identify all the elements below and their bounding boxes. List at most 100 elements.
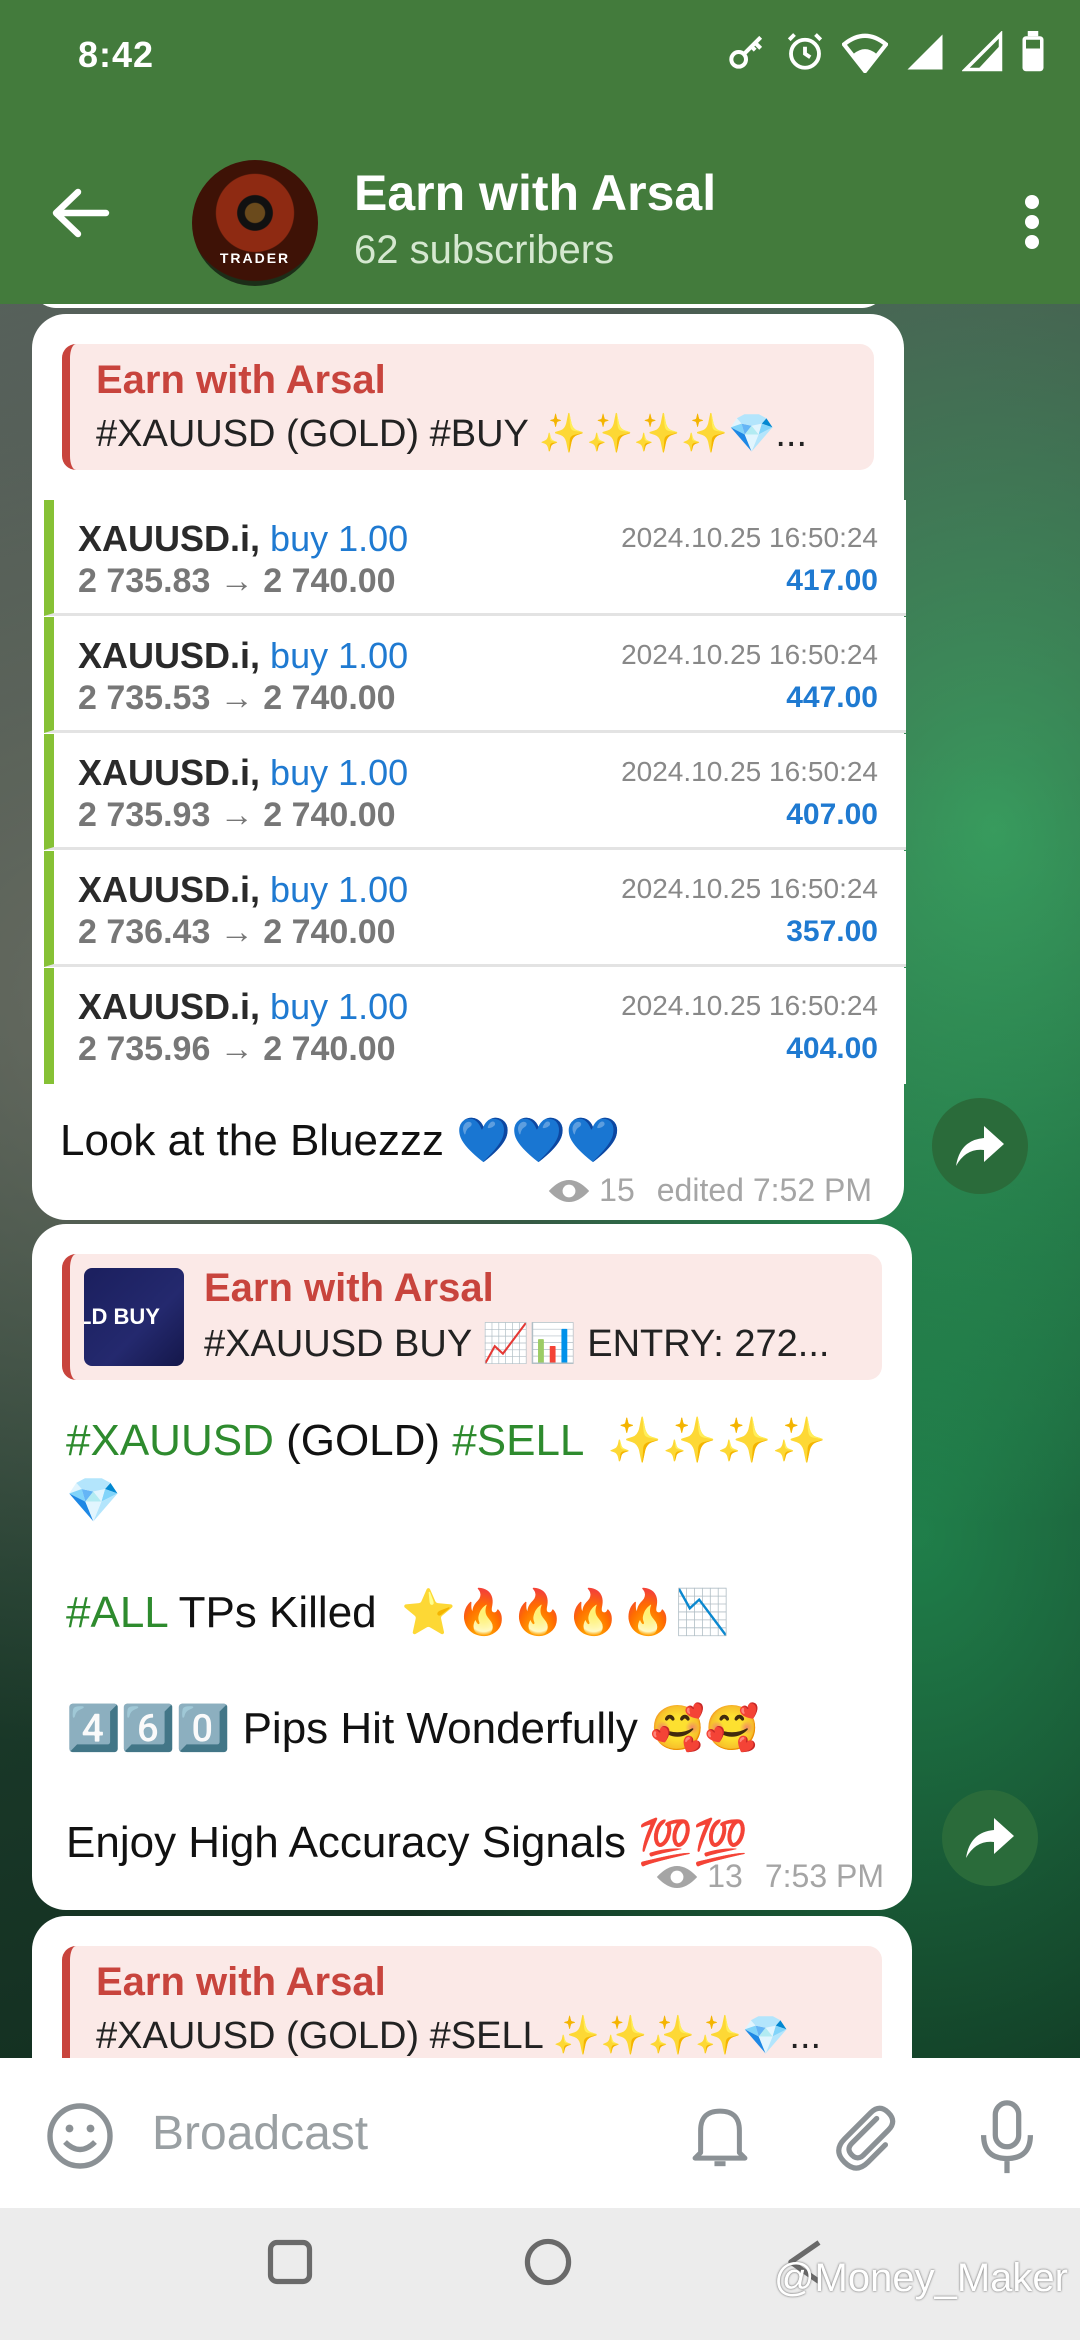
previous-message-edge bbox=[32, 304, 886, 308]
quote-author: Earn with Arsal bbox=[96, 358, 386, 402]
alarm-icon bbox=[787, 33, 823, 70]
view-count: 13 bbox=[707, 1858, 743, 1894]
forward-arrow-icon bbox=[956, 1126, 1004, 1166]
status-bar: 8:42 bbox=[0, 0, 1080, 112]
trade-row: XAUUSD.i, buy 1.00 2 735.96 → 2 740.00 2… bbox=[44, 968, 906, 1084]
message-bubble[interactable]: Earn with Arsal #XAUUSD (GOLD) #BUY ✨✨✨✨… bbox=[32, 314, 906, 1220]
key-icon bbox=[729, 35, 763, 69]
subscriber-count[interactable]: 62 subscribers bbox=[354, 228, 614, 273]
quote-author: Earn with Arsal bbox=[96, 1960, 386, 2004]
forward-arrow-icon bbox=[966, 1818, 1014, 1858]
line-1-text: (GOLD) bbox=[273, 1416, 453, 1465]
trade-profit: 417.00 bbox=[786, 564, 878, 597]
quote-text: #XAUUSD (GOLD) #BUY ✨✨✨✨💎... bbox=[96, 413, 807, 455]
trade-prices: 2 735.96 → 2 740.00 bbox=[78, 1030, 396, 1068]
quote-author: Earn with Arsal bbox=[204, 1266, 494, 1310]
trade-symbol-name: XAUUSD.i, bbox=[78, 869, 261, 910]
trade-side: buy 1.00 bbox=[270, 635, 409, 676]
trade-profit: 357.00 bbox=[786, 915, 878, 948]
hashtag-all[interactable]: #ALL bbox=[66, 1588, 167, 1637]
trade-prices: 2 735.93 → 2 740.00 bbox=[78, 796, 396, 834]
battery-icon bbox=[1022, 31, 1044, 72]
line-3-text: TPs Killed ⭐🔥🔥🔥🔥📉 bbox=[167, 1588, 730, 1637]
share-button[interactable] bbox=[932, 1098, 1028, 1194]
trade-datetime: 2024.10.25 16:50:24 bbox=[621, 639, 878, 670]
trade-symbol: XAUUSD.i, buy 1.00 bbox=[78, 869, 408, 911]
home-icon[interactable] bbox=[522, 2236, 574, 2288]
quote-text: #XAUUSD BUY 📈📊 ENTRY: 272... bbox=[204, 1323, 830, 1365]
quote-text: #XAUUSD (GOLD) #SELL ✨✨✨✨💎... bbox=[96, 2015, 822, 2057]
trade-symbol-name: XAUUSD.i, bbox=[78, 518, 261, 559]
reply-quote[interactable]: Earn with Arsal #XAUUSD (GOLD) #SELL ✨✨✨… bbox=[62, 1946, 882, 2058]
app-bar: TRADER Earn with Arsal 62 subscribers bbox=[0, 112, 1080, 304]
line-1-emoji: ✨✨✨✨ bbox=[582, 1416, 827, 1465]
trade-side: buy 1.00 bbox=[270, 986, 409, 1027]
message-line-1: #XAUUSD (GOLD) #SELL ✨✨✨✨ bbox=[66, 1414, 826, 1466]
reply-quote[interactable]: LD BUY Earn with Arsal #XAUUSD BUY 📈📊 EN… bbox=[62, 1254, 882, 1380]
quote-thumbnail-text: LD BUY bbox=[84, 1304, 160, 1329]
hashtag-sell[interactable]: #SELL bbox=[452, 1416, 582, 1465]
reply-quote[interactable]: Earn with Arsal #XAUUSD (GOLD) #BUY ✨✨✨✨… bbox=[62, 344, 874, 470]
trade-symbol: XAUUSD.i, buy 1.00 bbox=[78, 635, 408, 677]
trade-profit: 447.00 bbox=[786, 681, 878, 714]
message-meta: 15 edited 7:52 PM bbox=[547, 1172, 872, 1209]
wifi-icon bbox=[842, 33, 888, 73]
share-button[interactable] bbox=[942, 1790, 1038, 1886]
trade-side: buy 1.00 bbox=[270, 518, 409, 559]
emoji-icon[interactable] bbox=[44, 2100, 116, 2172]
recent-apps-icon[interactable] bbox=[264, 2236, 316, 2288]
trade-row: XAUUSD.i, buy 1.00 2 736.43 → 2 740.00 2… bbox=[44, 851, 906, 967]
message-line-3: #ALL TPs Killed ⭐🔥🔥🔥🔥📉 bbox=[66, 1586, 730, 1638]
trade-profit: 407.00 bbox=[786, 798, 878, 831]
channel-avatar[interactable]: TRADER bbox=[192, 160, 318, 286]
trade-datetime: 2024.10.25 16:50:24 bbox=[621, 756, 878, 787]
message-time: 7:53 PM bbox=[764, 1858, 884, 1894]
message-bubble[interactable]: LD BUY Earn with Arsal #XAUUSD BUY 📈📊 EN… bbox=[32, 1224, 912, 1910]
hashtag-xauusd[interactable]: #XAUUSD bbox=[66, 1416, 274, 1465]
trade-side: buy 1.00 bbox=[270, 752, 409, 793]
trade-symbol-name: XAUUSD.i, bbox=[78, 635, 261, 676]
message-time: edited 7:52 PM bbox=[656, 1172, 872, 1208]
trade-side: buy 1.00 bbox=[270, 869, 409, 910]
trade-row: XAUUSD.i, buy 1.00 2 735.83 → 2 740.00 2… bbox=[44, 500, 906, 616]
message-line-5: Enjoy High Accuracy Signals 💯💯 bbox=[66, 1818, 748, 1867]
message-meta: 13 7:53 PM bbox=[655, 1858, 884, 1895]
channel-title[interactable]: Earn with Arsal bbox=[354, 164, 716, 222]
trade-symbol: XAUUSD.i, buy 1.00 bbox=[78, 752, 408, 794]
trade-datetime: 2024.10.25 16:50:24 bbox=[621, 522, 878, 553]
back-arrow-icon[interactable] bbox=[50, 188, 110, 238]
trade-prices: 2 735.83 → 2 740.00 bbox=[78, 562, 396, 600]
system-nav-bar: @Money_Maker bbox=[0, 2208, 1080, 2340]
message-line-4: 4️⃣6️⃣0️⃣ Pips Hit Wonderfully 🥰🥰 bbox=[66, 1704, 760, 1753]
trade-symbol: XAUUSD.i, buy 1.00 bbox=[78, 518, 408, 560]
message-bubble[interactable]: Earn with Arsal #XAUUSD (GOLD) #SELL ✨✨✨… bbox=[32, 1916, 912, 2058]
signal-icon-2 bbox=[962, 31, 1003, 72]
status-icons bbox=[724, 30, 1046, 74]
trade-symbol-name: XAUUSD.i, bbox=[78, 986, 261, 1027]
views-eye-icon bbox=[657, 1865, 698, 1888]
view-count: 15 bbox=[599, 1172, 635, 1208]
watermark: @Money_Maker bbox=[773, 2256, 1068, 2300]
chat-area[interactable]: Earn with Arsal #XAUUSD (GOLD) #BUY ✨✨✨✨… bbox=[0, 304, 1080, 2058]
avatar-text: TRADER bbox=[219, 250, 291, 266]
more-options-icon[interactable] bbox=[1022, 194, 1042, 250]
broadcast-input-bar: Broadcast bbox=[0, 2058, 1080, 2208]
message-line-2: 💎 bbox=[66, 1476, 121, 1525]
message-text: Look at the Bluezzz 💙💙💙 bbox=[60, 1116, 621, 1165]
trade-row: XAUUSD.i, buy 1.00 2 735.93 → 2 740.00 2… bbox=[44, 734, 906, 850]
trade-symbol-name: XAUUSD.i, bbox=[78, 752, 261, 793]
trade-row: XAUUSD.i, buy 1.00 2 735.53 → 2 740.00 2… bbox=[44, 617, 906, 733]
microphone-icon[interactable] bbox=[974, 2100, 1040, 2176]
quote-thumbnail: LD BUY bbox=[84, 1268, 184, 1366]
trade-datetime: 2024.10.25 16:50:24 bbox=[621, 990, 878, 1021]
views-eye-icon bbox=[548, 1179, 590, 1202]
notification-bell-icon[interactable] bbox=[686, 2100, 754, 2172]
trade-datetime: 2024.10.25 16:50:24 bbox=[621, 873, 878, 904]
trade-symbol: XAUUSD.i, buy 1.00 bbox=[78, 986, 408, 1028]
trade-prices: 2 735.53 → 2 740.00 bbox=[78, 679, 396, 717]
status-time: 8:42 bbox=[78, 34, 155, 75]
attach-icon[interactable] bbox=[830, 2100, 900, 2172]
trade-profit: 404.00 bbox=[786, 1032, 878, 1065]
broadcast-input[interactable]: Broadcast bbox=[152, 2106, 368, 2161]
trade-prices: 2 736.43 → 2 740.00 bbox=[78, 913, 396, 951]
